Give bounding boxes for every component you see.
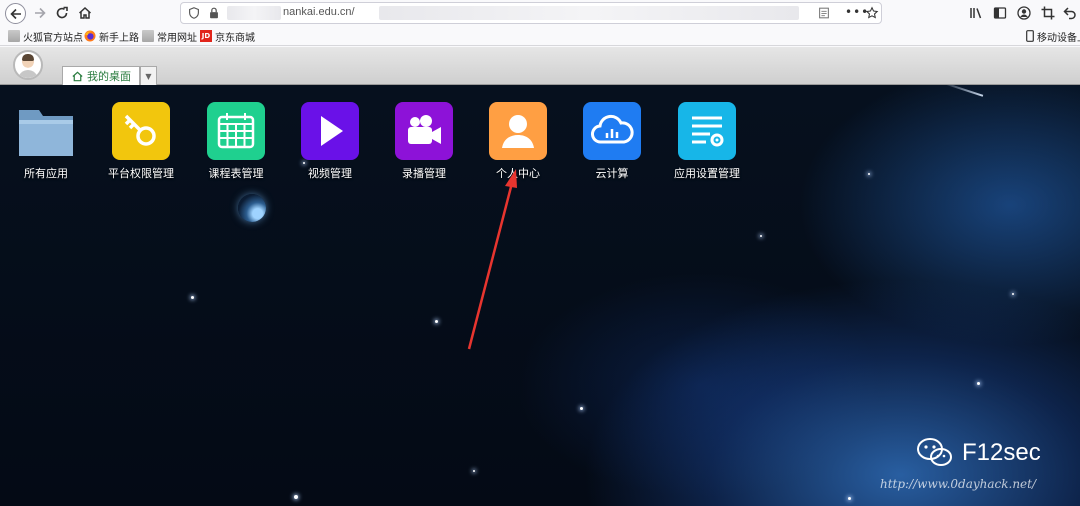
folder-icon: [142, 30, 154, 42]
back-button[interactable]: [5, 3, 26, 24]
star-icon[interactable]: [865, 6, 879, 20]
bookmark-item[interactable]: 常用网址: [142, 29, 197, 44]
bookmark-label: 京东商城: [215, 32, 255, 44]
star-decoration: [760, 235, 762, 237]
home-button[interactable]: [75, 3, 95, 23]
app-header: 我的桌面 ▼: [0, 47, 1080, 85]
app-label: 录播管理: [402, 167, 446, 180]
page-icon[interactable]: [817, 6, 831, 20]
folder-icon: [17, 102, 75, 160]
star-decoration: [580, 407, 583, 410]
bookmark-label: 火狐官方站点: [23, 32, 83, 44]
star-decoration: [1012, 293, 1014, 295]
forward-button[interactable]: [30, 3, 50, 23]
bookmark-label: 新手上路: [99, 32, 139, 44]
undo-icon: [1063, 7, 1076, 20]
undo-button[interactable]: [1060, 3, 1080, 23]
library-icon: [970, 8, 982, 19]
bookmark-item[interactable]: JD 京东商城: [200, 29, 255, 44]
app-label: 个人中心: [496, 167, 540, 180]
app-settings-management[interactable]: 应用设置管理: [662, 102, 752, 181]
star-decoration: [294, 495, 298, 499]
back-arrow-icon: [9, 8, 21, 19]
star-decoration: [473, 470, 475, 472]
url-redaction: [379, 6, 799, 20]
browser-toolbar: nankai.edu.cn/ •••: [0, 0, 1080, 26]
star-decoration: [977, 382, 980, 385]
bookmark-label: 常用网址: [157, 32, 197, 44]
cloud-icon: [583, 102, 641, 160]
watermark: F12sec: [916, 437, 1041, 469]
address-bar[interactable]: nankai.edu.cn/ •••: [180, 2, 882, 24]
settings-list-icon: [678, 102, 736, 160]
app-label: 课程表管理: [208, 167, 264, 180]
jd-icon: JD: [200, 30, 212, 42]
home-icon: [72, 71, 83, 81]
bookmark-label: 移动设备上: [1037, 32, 1080, 44]
planet-decoration: [238, 194, 266, 222]
watermark-url: http://www.0dayhack.net/: [880, 477, 1037, 491]
app-label: 应用设置管理: [674, 167, 740, 180]
key-icon: [112, 102, 170, 160]
reload-button[interactable]: [52, 3, 72, 23]
app-label: 所有应用: [24, 167, 68, 180]
play-icon: [301, 102, 359, 160]
app-cloud-computing[interactable]: 云计算: [567, 102, 657, 181]
bookmarks-bar: 火狐官方站点 新手上路 常用网址 JD 京东商城 移动设备上: [0, 26, 1080, 46]
app-platform-permissions[interactable]: 平台权限管理: [96, 102, 186, 181]
app-video-management[interactable]: 视频管理: [285, 102, 375, 181]
forward-arrow-icon: [35, 7, 46, 19]
sidebar-icon: [993, 7, 1007, 19]
shield-icon: [189, 7, 199, 19]
home-icon: [78, 6, 92, 19]
reload-icon: [56, 6, 68, 19]
star-decoration: [191, 296, 194, 299]
lock-icon: [210, 7, 218, 19]
screenshot-button[interactable]: [1038, 3, 1058, 23]
tab-dropdown-button[interactable]: ▼: [140, 66, 157, 85]
tab-my-desktop[interactable]: 我的桌面: [62, 66, 140, 85]
url-redaction: [227, 6, 281, 20]
app-all-apps[interactable]: 所有应用: [1, 102, 91, 181]
user-icon: [489, 102, 547, 160]
video-camera-icon: [395, 102, 453, 160]
account-icon: [1017, 6, 1031, 20]
star-decoration: [868, 173, 870, 175]
wechat-icon: [917, 438, 952, 466]
calendar-icon: [207, 102, 265, 160]
app-label: 平台权限管理: [108, 167, 174, 180]
bookmark-item[interactable]: 火狐官方站点: [8, 29, 83, 44]
account-button[interactable]: [1014, 3, 1034, 23]
firefox-icon: [84, 30, 96, 42]
app-course-schedule[interactable]: 课程表管理: [191, 102, 281, 181]
app-personal-center[interactable]: 个人中心: [473, 102, 563, 181]
app-label: 云计算: [595, 167, 629, 180]
desktop-area: 所有应用 平台权限管理 课程表管理 视频管理 录播管理 个人中心 云计算 应用设…: [0, 85, 1080, 506]
library-button[interactable]: [966, 3, 986, 23]
url-text: nankai.edu.cn/: [283, 6, 355, 18]
watermark-brand: F12sec: [962, 439, 1041, 466]
bookmark-item[interactable]: 新手上路: [84, 29, 139, 44]
app-recording-management[interactable]: 录播管理: [379, 102, 469, 181]
folder-icon: [8, 30, 20, 42]
avatar[interactable]: [13, 50, 43, 80]
crop-icon: [1041, 6, 1055, 20]
mobile-device-icon: [1026, 30, 1034, 42]
sidebar-button[interactable]: [990, 3, 1010, 23]
star-decoration: [435, 320, 438, 323]
comet-decoration: [940, 85, 984, 97]
app-label: 视频管理: [308, 167, 352, 180]
tab-label: 我的桌面: [87, 70, 131, 83]
mobile-bookmarks[interactable]: 移动设备上: [1026, 29, 1080, 44]
star-decoration: [848, 497, 851, 500]
